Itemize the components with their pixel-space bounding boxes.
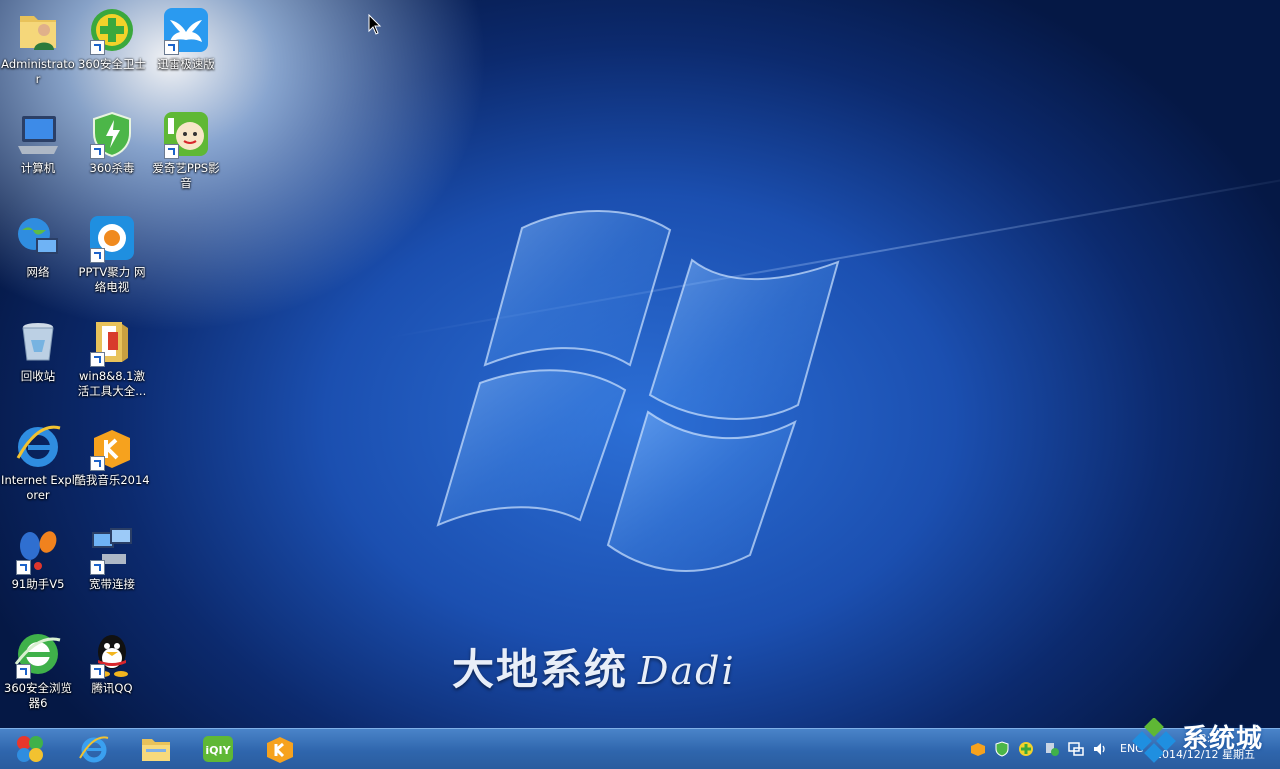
- recycle-bin-icon: [14, 318, 62, 366]
- shortcut-arrow-icon: [90, 144, 105, 159]
- tray-network-icon[interactable]: [1068, 741, 1084, 757]
- desktop-icon-91-assistant[interactable]: 91助手V5: [0, 526, 76, 592]
- icon-label: Internet Explorer: [1, 473, 75, 502]
- tray-360-safe-icon[interactable]: [1018, 741, 1034, 757]
- icon-label: 计算机: [20, 161, 56, 175]
- icon-label: 360安全卫士: [78, 57, 146, 71]
- icon-label: PPTV聚力 网络电视: [78, 265, 146, 294]
- desktop-icon-win8-activation-folder[interactable]: win8&8.1激活工具大全...: [74, 318, 150, 399]
- tray-volume-icon[interactable]: [1092, 741, 1108, 757]
- network-icon: [14, 214, 62, 262]
- taskbar-internet-explorer[interactable]: [72, 731, 116, 767]
- windows-logo-wallpaper: [436, 210, 840, 572]
- desktop-icon-qq[interactable]: 腾讯QQ: [74, 630, 150, 696]
- broadband-icon: [88, 526, 136, 575]
- iqiyi-pps-icon: [162, 110, 210, 159]
- watermark-text: 系统城: [1182, 724, 1264, 754]
- shortcut-arrow-icon: [90, 456, 105, 471]
- tray-security-flag-icon[interactable]: [1044, 741, 1060, 757]
- 360-browser-icon: [14, 630, 62, 679]
- qq-icon: [88, 630, 136, 679]
- icon-label: 迅雷极速版: [157, 57, 215, 71]
- shortcut-arrow-icon: [90, 248, 105, 263]
- shortcut-arrow-icon: [90, 560, 105, 575]
- brand-latin: Dadi: [638, 649, 736, 693]
- folder-icon: [88, 318, 136, 367]
- icon-label: 腾讯QQ: [91, 681, 133, 695]
- kuwo-music-icon: [267, 737, 293, 763]
- icon-label: 网络: [26, 265, 50, 279]
- icon-label: win8&8.1激活工具大全...: [77, 369, 147, 398]
- ie-icon: [79, 736, 109, 763]
- brand-chinese: 大地系统: [452, 645, 629, 694]
- desktop-icon-administrator[interactable]: Administrator: [0, 6, 76, 87]
- 360-safe-icon: [88, 6, 136, 55]
- desktop-icon-computer[interactable]: 计算机: [0, 110, 76, 176]
- taskbar-file-explorer[interactable]: [134, 731, 178, 767]
- desktop-icon-broadband[interactable]: 宽带连接: [74, 526, 150, 592]
- icon-label: 360安全浏览器6: [4, 681, 72, 710]
- desktop-icon-internet-explorer[interactable]: Internet Explorer: [0, 422, 76, 503]
- kuwo-music-icon: [88, 422, 136, 471]
- desktop[interactable]: 大地系统 Dadi Administrator 计算机 网络 回收站 Intern…: [0, 0, 1280, 728]
- desktop-icon-network[interactable]: 网络: [0, 214, 76, 280]
- icon-label: 爱奇艺PPS影音: [152, 161, 220, 190]
- dadi-brand: 大地系统 Dadi: [452, 636, 736, 697]
- shortcut-arrow-icon: [90, 664, 105, 679]
- svg-text:iQIY: iQIY: [205, 744, 231, 757]
- iqiyi-icon: iQIY: [203, 736, 233, 762]
- pptv-icon: [88, 214, 136, 263]
- desktop-icon-iqiyi-pps[interactable]: 爱奇艺PPS影音: [148, 110, 224, 191]
- desktop-icon-kuwo-music[interactable]: 酷我音乐2014: [74, 422, 150, 488]
- icon-label: 360杀毒: [89, 161, 135, 175]
- desktop-icon-recycle-bin[interactable]: 回收站: [0, 318, 76, 384]
- ie-icon: [14, 422, 62, 470]
- shortcut-arrow-icon: [164, 40, 179, 55]
- desktop-icon-360-browser[interactable]: 360安全浏览器6: [0, 630, 76, 711]
- taskbar-iqiyi[interactable]: iQIY: [196, 731, 240, 767]
- shortcut-arrow-icon: [164, 144, 179, 159]
- user-folder-icon: [14, 6, 62, 54]
- icon-label: 酷我音乐2014: [74, 473, 150, 487]
- desktop-icon-360-antivirus[interactable]: 360杀毒: [74, 110, 150, 176]
- watermark-diamond-icon: [1132, 718, 1176, 763]
- shortcut-arrow-icon: [90, 40, 105, 55]
- icon-label: 宽带连接: [89, 577, 135, 591]
- desktop-icon-360-safe[interactable]: 360安全卫士: [74, 6, 150, 72]
- watermark: 系统城: [1126, 712, 1280, 768]
- 91-assistant-icon: [14, 526, 62, 575]
- tray-360-antivirus-icon[interactable]: [994, 741, 1010, 757]
- mouse-cursor-icon: [368, 14, 382, 35]
- icon-label: Administrator: [1, 57, 75, 86]
- shortcut-arrow-icon: [16, 560, 31, 575]
- taskbar-kuwo[interactable]: [258, 731, 302, 767]
- 360-antivirus-icon: [88, 110, 136, 159]
- start-button[interactable]: [8, 731, 52, 767]
- tray-kuwo-icon[interactable]: [970, 741, 986, 757]
- icon-label: 回收站: [20, 369, 56, 383]
- desktop-icon-pptv[interactable]: PPTV聚力 网络电视: [74, 214, 150, 295]
- taskbar[interactable]: iQIY ENG 13:2 2014/12/12 星期五: [0, 728, 1280, 769]
- computer-icon: [14, 110, 62, 158]
- desktop-icon-xunlei[interactable]: 迅雷极速版: [148, 6, 224, 72]
- folder-icon: [142, 739, 170, 761]
- xunlei-icon: [162, 6, 210, 55]
- shortcut-arrow-icon: [90, 352, 105, 367]
- icon-label: 91助手V5: [11, 577, 65, 591]
- shortcut-arrow-icon: [16, 664, 31, 679]
- start-orb-icon: [17, 736, 43, 762]
